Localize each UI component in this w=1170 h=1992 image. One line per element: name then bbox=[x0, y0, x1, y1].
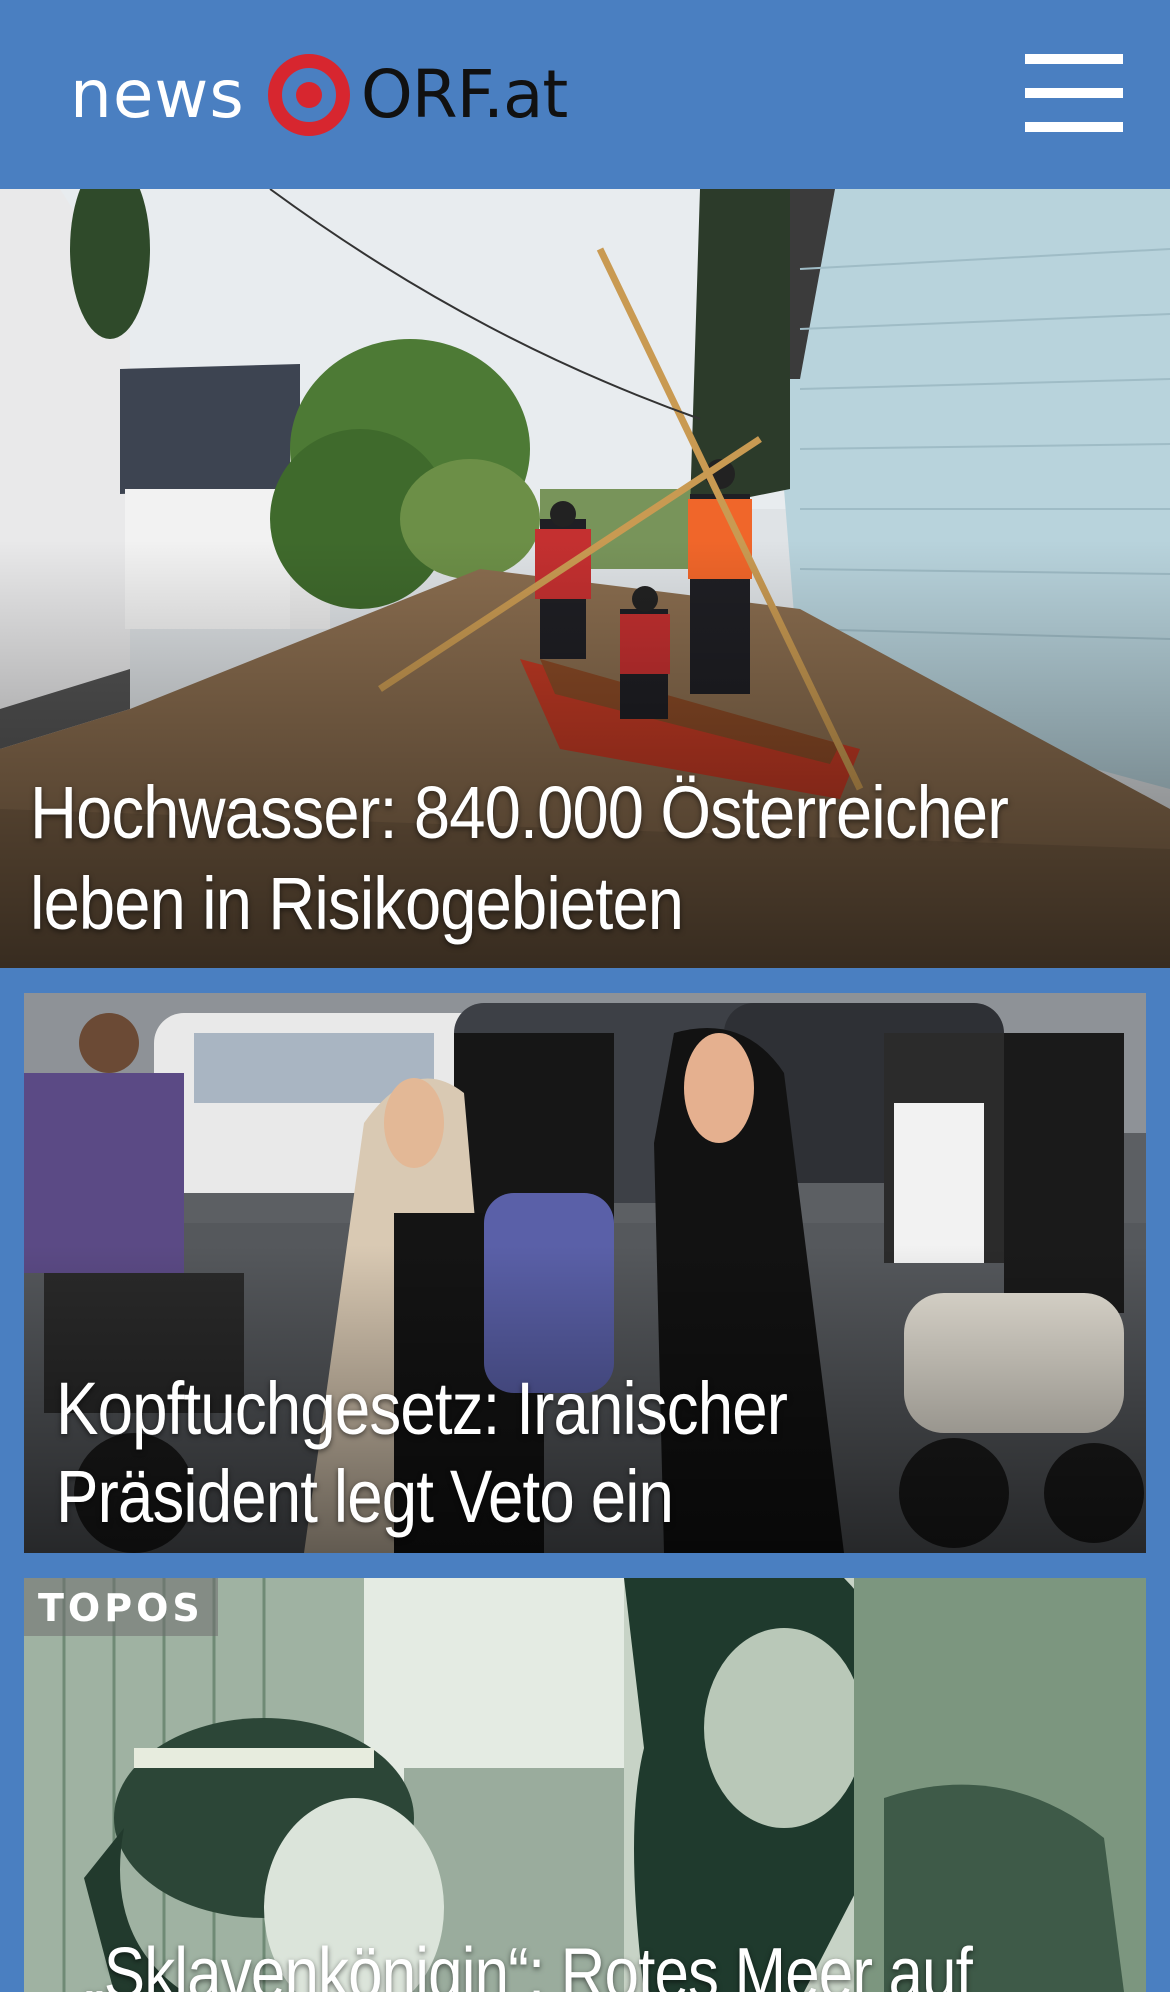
story-headline[interactable]: Kopftuchgesetz: Iranischer Präsident leg… bbox=[56, 1365, 985, 1541]
story-card-lead[interactable]: Hochwasser: 840.000 Österreicher leben i… bbox=[0, 189, 1170, 968]
logo-orf-text: ORF.at bbox=[360, 56, 568, 133]
menu-bar bbox=[1025, 88, 1123, 98]
story-card[interactable]: Kopftuchgesetz: Iranischer Präsident leg… bbox=[24, 993, 1146, 1553]
menu-bar bbox=[1025, 122, 1123, 132]
news-orf-logo[interactable]: news ORF.at bbox=[70, 50, 568, 140]
hamburger-menu-icon[interactable] bbox=[1025, 52, 1123, 136]
topic-badge: TOPOS bbox=[24, 1578, 218, 1636]
menu-bar bbox=[1025, 54, 1123, 64]
app-header: news ORF.at bbox=[0, 0, 1170, 189]
logo-news-text: news bbox=[70, 56, 245, 133]
story-headline[interactable]: Hochwasser: 840.000 Österreicher leben i… bbox=[30, 767, 1016, 949]
story-headline[interactable]: „Sklavenkönigin“: Rotes Meer auf bbox=[84, 1930, 1030, 1992]
orf-ring-icon bbox=[267, 54, 350, 136]
story-card[interactable]: TOPOS „Sklavenkönigin“: Rotes Meer auf bbox=[24, 1578, 1146, 1992]
